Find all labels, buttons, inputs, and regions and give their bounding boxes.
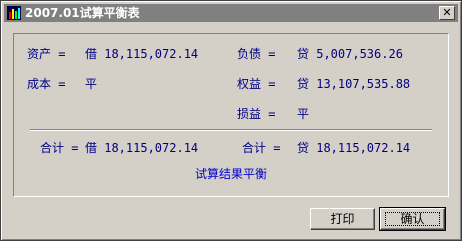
ok-button[interactable]: 确认 xyxy=(379,207,446,231)
cost-value: 平 xyxy=(85,77,98,91)
assets-value: 借 18,115,072.14 xyxy=(85,47,199,61)
print-button-label: 打印 xyxy=(330,212,355,226)
chart-bars-icon xyxy=(7,6,21,20)
print-button[interactable]: 打印 xyxy=(310,208,375,230)
total-right-label: 合计 = xyxy=(242,141,281,155)
profit-loss-value: 平 xyxy=(297,107,310,121)
liabilities-value: 贷 5,007,536.26 xyxy=(297,47,403,61)
focus-rect xyxy=(385,212,440,226)
close-button[interactable]: ✕ xyxy=(439,6,455,20)
profit-loss-label: 损益 = xyxy=(237,107,276,121)
balance-panel: 资产 = 借 18,115,072.14 负债 = 贷 5,007,536.26… xyxy=(13,33,449,197)
title-bar[interactable]: 2007.01试算平衡表 ✕ xyxy=(4,4,458,22)
equity-value: 贷 13,107,535.88 xyxy=(297,77,411,91)
result-text: 试算结果平衡 xyxy=(194,167,267,181)
total-left-value: 借 18,115,072.14 xyxy=(85,141,199,155)
divider xyxy=(30,129,432,131)
close-icon: ✕ xyxy=(442,6,452,19)
cost-label: 成本 = xyxy=(27,77,66,91)
window-title: 2007.01试算平衡表 xyxy=(25,6,140,20)
total-right-value: 贷 18,115,072.14 xyxy=(297,141,411,155)
assets-label: 资产 = xyxy=(27,47,66,61)
liabilities-label: 负债 = xyxy=(237,47,276,61)
total-left-label: 合计 = xyxy=(40,141,79,155)
trial-balance-dialog: 2007.01试算平衡表 ✕ 资产 = 借 18,115,072.14 负债 =… xyxy=(0,0,462,241)
equity-label: 权益 = xyxy=(237,77,276,91)
